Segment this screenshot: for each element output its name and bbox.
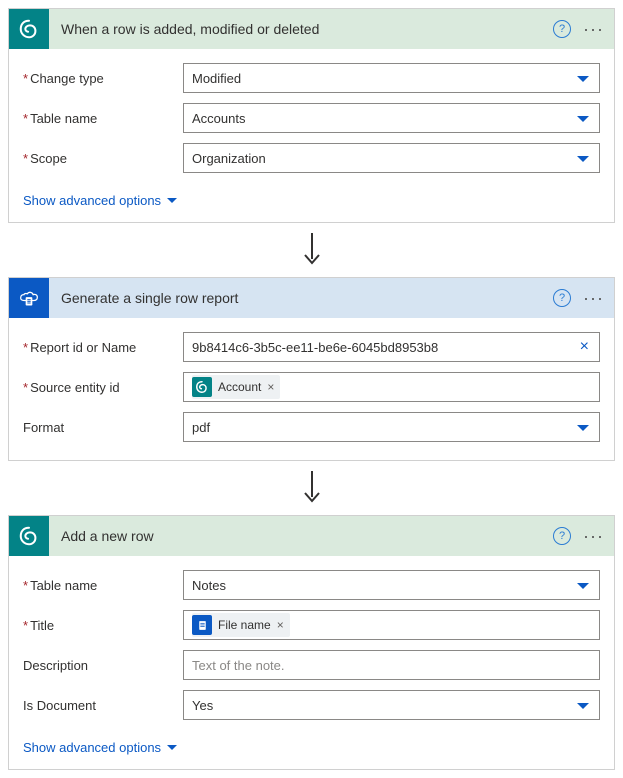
field-row: *Scope Organization [23,143,600,173]
title-input[interactable]: File name × [183,610,600,640]
show-advanced-options[interactable]: Show advanced options [9,187,191,222]
more-icon[interactable]: ··· [583,531,604,541]
change-type-label: *Change type [23,71,183,86]
chevron-down-icon [167,198,177,203]
cloud-doc-icon [19,288,39,308]
field-row: Description Text of the note. [23,650,600,680]
action-card-report: Generate a single row report ? ··· *Repo… [8,277,615,461]
field-row: *Source entity id Account × [23,372,600,402]
spiral-icon [195,380,209,394]
dataverse-icon [9,516,49,556]
format-select[interactable]: pdf [183,412,600,442]
field-row: *Report id or Name 9b8414c6-3b5c-ee11-be… [23,332,600,362]
flow-arrow [8,461,615,515]
remove-token-icon[interactable]: × [277,618,284,632]
more-icon[interactable]: ··· [583,24,604,34]
field-row: *Title File name × [23,610,600,640]
help-icon[interactable]: ? [553,527,571,545]
scope-label: *Scope [23,151,183,166]
trigger-header[interactable]: When a row is added, modified or deleted… [9,9,614,49]
card-title: Generate a single row report [49,290,553,306]
token-account[interactable]: Account × [192,375,280,399]
token-label: Account [218,380,261,394]
chevron-down-icon [167,745,177,750]
show-advanced-options[interactable]: Show advanced options [9,734,191,769]
remove-token-icon[interactable]: × [267,380,274,394]
field-row: *Table name Notes [23,570,600,600]
more-icon[interactable]: ··· [583,293,604,303]
report-connector-icon [9,278,49,318]
isdocument-select[interactable]: Yes [183,690,600,720]
doc-icon [196,619,209,632]
trigger-card: When a row is added, modified or deleted… [8,8,615,223]
table-name-label: *Table name [23,578,183,593]
change-type-select[interactable]: Modified [183,63,600,93]
report-id-label: *Report id or Name [23,340,183,355]
field-row: Format pdf [23,412,600,442]
action-card-addrow: Add a new row ? ··· *Table name Notes *T… [8,515,615,770]
addrow-body: *Table name Notes *Title File name [9,556,614,734]
field-row: Is Document Yes [23,690,600,720]
arrow-down-icon [303,233,321,267]
table-name-label: *Table name [23,111,183,126]
description-label: Description [23,658,183,673]
spiral-icon [18,18,40,40]
isdocument-label: Is Document [23,698,183,713]
table-name-select[interactable]: Accounts [183,103,600,133]
card-title: Add a new row [49,528,553,544]
dataverse-icon [9,9,49,49]
field-row: *Table name Accounts [23,103,600,133]
arrow-down-icon [303,471,321,505]
report-id-input[interactable]: 9b8414c6-3b5c-ee11-be6e-6045bd8953b8 × [183,332,600,362]
spiral-icon [18,525,40,547]
source-entity-input[interactable]: Account × [183,372,600,402]
report-body: *Report id or Name 9b8414c6-3b5c-ee11-be… [9,318,614,460]
token-filename[interactable]: File name × [192,613,290,637]
card-title: When a row is added, modified or deleted [49,21,553,37]
help-icon[interactable]: ? [553,289,571,307]
trigger-body: *Change type Modified *Table name Accoun… [9,49,614,187]
scope-select[interactable]: Organization [183,143,600,173]
help-icon[interactable]: ? [553,20,571,38]
table-name-select[interactable]: Notes [183,570,600,600]
description-input[interactable]: Text of the note. [183,650,600,680]
token-label: File name [218,618,271,632]
clear-icon[interactable]: × [580,338,589,356]
addrow-header[interactable]: Add a new row ? ··· [9,516,614,556]
title-label: *Title [23,618,183,633]
report-header[interactable]: Generate a single row report ? ··· [9,278,614,318]
format-label: Format [23,420,183,435]
source-entity-label: *Source entity id [23,380,183,395]
flow-arrow [8,223,615,277]
field-row: *Change type Modified [23,63,600,93]
